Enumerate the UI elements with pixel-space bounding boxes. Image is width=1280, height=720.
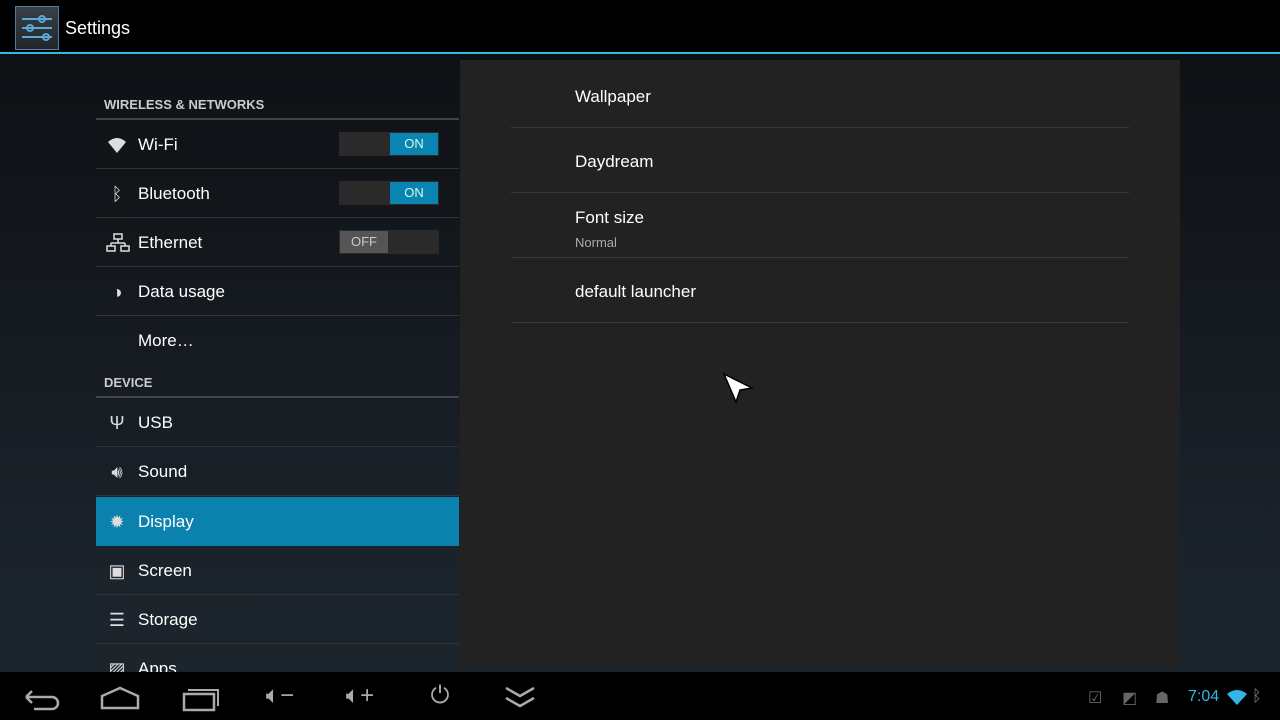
action-bar: Settings	[0, 0, 1280, 54]
display-brightness-icon: ✹	[109, 512, 125, 532]
volume-down-icon[interactable]: 🔈︎−	[258, 682, 302, 712]
item-label: Data usage	[138, 282, 225, 301]
toggle-label: ON	[390, 133, 438, 155]
home-icon[interactable]	[98, 682, 142, 712]
section-header-device: DEVICE	[104, 375, 153, 390]
settings-headers-list: WIRELESS & NETWORKS Wi-Fi ON ᛒ Bluetooth…	[96, 60, 459, 672]
apps-icon: ▨	[108, 659, 126, 672]
item-label: Bluetooth	[138, 184, 210, 203]
toggle-label: ON	[390, 182, 438, 204]
app-title: Settings	[65, 18, 131, 38]
item-label: Screen	[138, 561, 192, 580]
list-item-data-usage[interactable]: ◑ Data usage	[96, 267, 459, 316]
list-item-ethernet[interactable]: Ethernet OFF	[96, 218, 459, 267]
android-icon[interactable]: ☗	[1155, 688, 1169, 708]
storage-icon: ☰	[108, 610, 126, 630]
ethernet-toggle[interactable]: OFF	[339, 230, 439, 254]
clock[interactable]: 7:04	[1188, 688, 1219, 706]
bluetooth-icon[interactable]: ᛒ	[1252, 688, 1262, 706]
screen-icon: ▣	[108, 561, 126, 581]
recent-apps-icon[interactable]	[178, 682, 222, 712]
list-item-usb[interactable]: Ψ USB	[96, 398, 459, 447]
bluetooth-icon: ᛒ	[111, 184, 123, 204]
power-icon[interactable]: ⏻	[418, 682, 462, 712]
setting-title: Wallpaper	[575, 87, 651, 106]
list-item-bluetooth[interactable]: ᛒ Bluetooth ON	[96, 169, 459, 218]
volume-up-icon[interactable]: 🔈︎+	[338, 682, 382, 712]
settings-sliders-icon[interactable]	[15, 6, 59, 50]
sound-icon: 🔊︎	[111, 462, 123, 482]
setting-font-size[interactable]: Font size Normal	[511, 193, 1129, 258]
list-item-wifi[interactable]: Wi-Fi ON	[96, 120, 459, 169]
item-label: Apps	[138, 659, 177, 672]
setting-summary: Normal	[575, 235, 617, 250]
setting-default-launcher[interactable]: default launcher	[511, 258, 1129, 323]
setting-title: Daydream	[575, 152, 654, 171]
notification-image-icon[interactable]: ◩	[1122, 688, 1137, 708]
usb-icon: Ψ	[109, 413, 125, 433]
collapse-icon[interactable]	[498, 682, 542, 712]
wifi-icon	[106, 134, 128, 156]
navigation-bar: 🔈︎− 🔈︎+ ⏻ ☑ ◩ ☗ 7:04 ᛒ	[0, 672, 1280, 720]
toggle-label: OFF	[340, 231, 388, 253]
item-label: Storage	[138, 610, 198, 629]
back-icon[interactable]	[18, 682, 62, 712]
ethernet-icon	[106, 232, 130, 254]
display-settings-panel: Wallpaper Daydream Font size Normal defau…	[460, 60, 1180, 668]
list-item-sound[interactable]: 🔊︎ Sound	[96, 447, 459, 496]
wifi-toggle[interactable]: ON	[339, 132, 439, 156]
list-item-display[interactable]: ✹ Display	[96, 497, 459, 546]
list-item-apps[interactable]: ▨ Apps	[96, 644, 459, 672]
item-label: More…	[138, 331, 194, 350]
list-item-screen[interactable]: ▣ Screen	[96, 546, 459, 595]
item-label: Sound	[138, 462, 188, 481]
setting-title: default launcher	[575, 282, 696, 301]
section-header-wireless: WIRELESS & NETWORKS	[104, 97, 265, 112]
data-usage-icon: ◑	[111, 282, 123, 302]
setting-title: Font size	[575, 208, 644, 227]
list-item-more[interactable]: More…	[96, 316, 459, 365]
notification-check-icon[interactable]: ☑	[1088, 688, 1102, 708]
list-item-storage[interactable]: ☰ Storage	[96, 595, 459, 644]
wifi-icon[interactable]	[1226, 688, 1248, 711]
item-label: Ethernet	[138, 233, 203, 252]
setting-wallpaper[interactable]: Wallpaper	[511, 63, 1129, 128]
item-label: USB	[138, 413, 173, 432]
mouse-cursor-icon	[722, 372, 755, 409]
bluetooth-toggle[interactable]: ON	[339, 181, 439, 205]
item-label: Wi-Fi	[138, 135, 178, 154]
item-label: Display	[138, 512, 194, 531]
setting-daydream[interactable]: Daydream	[511, 128, 1129, 193]
